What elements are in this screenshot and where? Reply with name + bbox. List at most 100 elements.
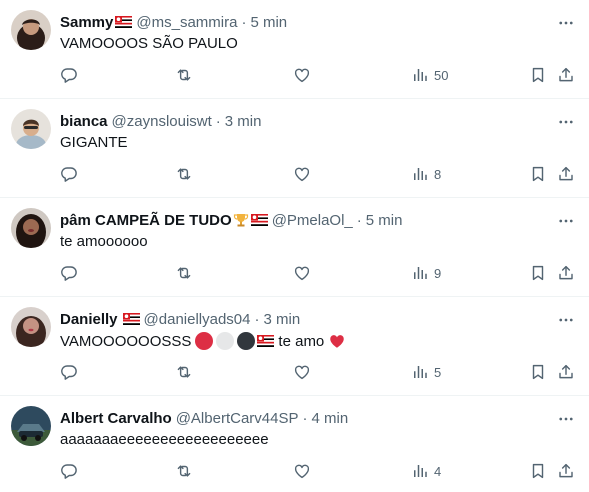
action-bar: 50 bbox=[60, 64, 579, 86]
tweet-header: pâm CAMPEÃ DE TUDO @PmelaOl_ · 5 min bbox=[60, 210, 402, 230]
red-heart-icon bbox=[328, 332, 346, 350]
avatar[interactable] bbox=[11, 10, 51, 50]
tweet-header: Sammy @ms_sammira · 5 min bbox=[60, 12, 287, 32]
bookmark-icon[interactable] bbox=[529, 361, 547, 383]
tweet-text: VAMOOOOOOSSS te amo bbox=[60, 332, 346, 350]
username-handle[interactable]: @daniellyads04 bbox=[144, 311, 251, 328]
retweet-icon[interactable] bbox=[175, 361, 193, 383]
share-icon[interactable] bbox=[557, 460, 575, 482]
views-icon bbox=[411, 363, 429, 381]
reply-icon[interactable] bbox=[60, 361, 78, 383]
more-icon[interactable] bbox=[557, 113, 575, 131]
views-button[interactable]: 8 bbox=[411, 163, 441, 185]
tweet[interactable]: Sammy @ms_sammira · 5 min VAMOOOOS SÃO P… bbox=[0, 0, 589, 99]
separator-dot: · bbox=[215, 112, 221, 130]
reply-icon[interactable] bbox=[60, 163, 78, 185]
tweet-header: Danielly @daniellyads04 · 3 min bbox=[60, 309, 300, 329]
views-icon bbox=[411, 66, 429, 84]
views-button[interactable]: 5 bbox=[411, 361, 441, 383]
timestamp[interactable]: 5 min bbox=[366, 212, 403, 229]
avatar[interactable] bbox=[11, 109, 51, 149]
display-name[interactable]: Danielly bbox=[60, 311, 118, 328]
tweet-feed: Sammy @ms_sammira · 5 min VAMOOOOS SÃO P… bbox=[0, 0, 589, 492]
tweet-header: bianca @zaynslouiswt · 3 min bbox=[60, 111, 261, 131]
views-count: 50 bbox=[434, 67, 449, 83]
views-button[interactable]: 9 bbox=[411, 262, 441, 284]
bookmark-icon[interactable] bbox=[529, 262, 547, 284]
views-icon bbox=[411, 264, 429, 282]
views-count: 8 bbox=[434, 166, 442, 182]
more-icon[interactable] bbox=[557, 14, 575, 32]
tweet-text: te amoooooo bbox=[60, 233, 148, 250]
username-handle[interactable]: @zaynslouiswt bbox=[112, 113, 212, 130]
views-count: 9 bbox=[434, 265, 442, 281]
views-button[interactable]: 50 bbox=[411, 64, 448, 86]
timestamp[interactable]: 5 min bbox=[250, 14, 287, 31]
views-count: 4 bbox=[434, 463, 442, 479]
display-name[interactable]: Albert Carvalho bbox=[60, 410, 172, 427]
timestamp[interactable]: 3 min bbox=[225, 113, 262, 130]
bookmark-icon[interactable] bbox=[529, 163, 547, 185]
flag-sao-paulo-icon bbox=[123, 313, 140, 325]
like-icon[interactable] bbox=[293, 64, 311, 86]
avatar[interactable] bbox=[11, 406, 51, 446]
tweet[interactable]: Danielly @daniellyads04 · 3 min VAMOOOOO… bbox=[0, 297, 589, 396]
share-icon[interactable] bbox=[557, 361, 575, 383]
like-icon[interactable] bbox=[293, 361, 311, 383]
retweet-icon[interactable] bbox=[175, 262, 193, 284]
retweet-icon[interactable] bbox=[175, 163, 193, 185]
username-handle[interactable]: @AlbertCarv44SP bbox=[176, 410, 299, 427]
views-button[interactable]: 4 bbox=[411, 460, 441, 482]
action-bar: 8 bbox=[60, 163, 579, 185]
more-icon[interactable] bbox=[557, 410, 575, 428]
tweet-text-start: VAMOOOOOOSSS bbox=[60, 332, 192, 350]
tweet-text: VAMOOOOS SÃO PAULO bbox=[60, 35, 238, 52]
tweet-header: Albert Carvalho @AlbertCarv44SP · 4 min bbox=[60, 408, 348, 428]
bookmark-icon[interactable] bbox=[529, 460, 547, 482]
separator-dot: · bbox=[356, 211, 362, 229]
separator-dot: · bbox=[302, 409, 308, 427]
separator-dot: · bbox=[241, 13, 247, 31]
share-icon[interactable] bbox=[557, 163, 575, 185]
white-circle-icon bbox=[216, 332, 235, 350]
share-icon[interactable] bbox=[557, 64, 575, 86]
tweet[interactable]: pâm CAMPEÃ DE TUDO @PmelaOl_ · 5 min te … bbox=[0, 198, 589, 297]
retweet-icon[interactable] bbox=[175, 460, 193, 482]
timestamp[interactable]: 4 min bbox=[311, 410, 348, 427]
timestamp[interactable]: 3 min bbox=[264, 311, 301, 328]
flag-sao-paulo-icon bbox=[251, 214, 268, 226]
tweet[interactable]: bianca @zaynslouiswt · 3 min GIGANTE 8 bbox=[0, 99, 589, 198]
like-icon[interactable] bbox=[293, 262, 311, 284]
share-icon[interactable] bbox=[557, 262, 575, 284]
action-bar: 5 bbox=[60, 361, 579, 383]
reply-icon[interactable] bbox=[60, 262, 78, 284]
views-icon bbox=[411, 165, 429, 183]
flag-sao-paulo-icon bbox=[115, 16, 132, 28]
retweet-icon[interactable] bbox=[175, 64, 193, 86]
reply-icon[interactable] bbox=[60, 64, 78, 86]
action-bar: 9 bbox=[60, 262, 579, 284]
display-name[interactable]: Sammy bbox=[60, 14, 113, 31]
tweet-text: aaaaaaaeeeeeeeeeeeeeeeeee bbox=[60, 431, 269, 448]
username-handle[interactable]: @ms_sammira bbox=[136, 14, 237, 31]
tweet-text: GIGANTE bbox=[60, 134, 128, 151]
tweet[interactable]: Albert Carvalho @AlbertCarv44SP · 4 min … bbox=[0, 396, 589, 492]
red-circle-icon bbox=[195, 332, 214, 350]
separator-dot: · bbox=[254, 310, 260, 328]
avatar[interactable] bbox=[11, 307, 51, 347]
like-icon[interactable] bbox=[293, 460, 311, 482]
username-handle[interactable]: @PmelaOl_ bbox=[272, 212, 353, 229]
display-name[interactable]: pâm CAMPEÃ DE TUDO bbox=[60, 212, 232, 229]
views-icon bbox=[411, 462, 429, 480]
action-bar: 4 bbox=[60, 460, 579, 482]
bookmark-icon[interactable] bbox=[529, 64, 547, 86]
display-name[interactable]: bianca bbox=[60, 113, 108, 130]
views-count: 5 bbox=[434, 364, 442, 380]
tweet-text-end: te amo bbox=[278, 332, 325, 350]
black-circle-icon bbox=[237, 332, 256, 350]
like-icon[interactable] bbox=[293, 163, 311, 185]
more-icon[interactable] bbox=[557, 311, 575, 329]
reply-icon[interactable] bbox=[60, 460, 78, 482]
more-icon[interactable] bbox=[557, 212, 575, 230]
avatar[interactable] bbox=[11, 208, 51, 248]
